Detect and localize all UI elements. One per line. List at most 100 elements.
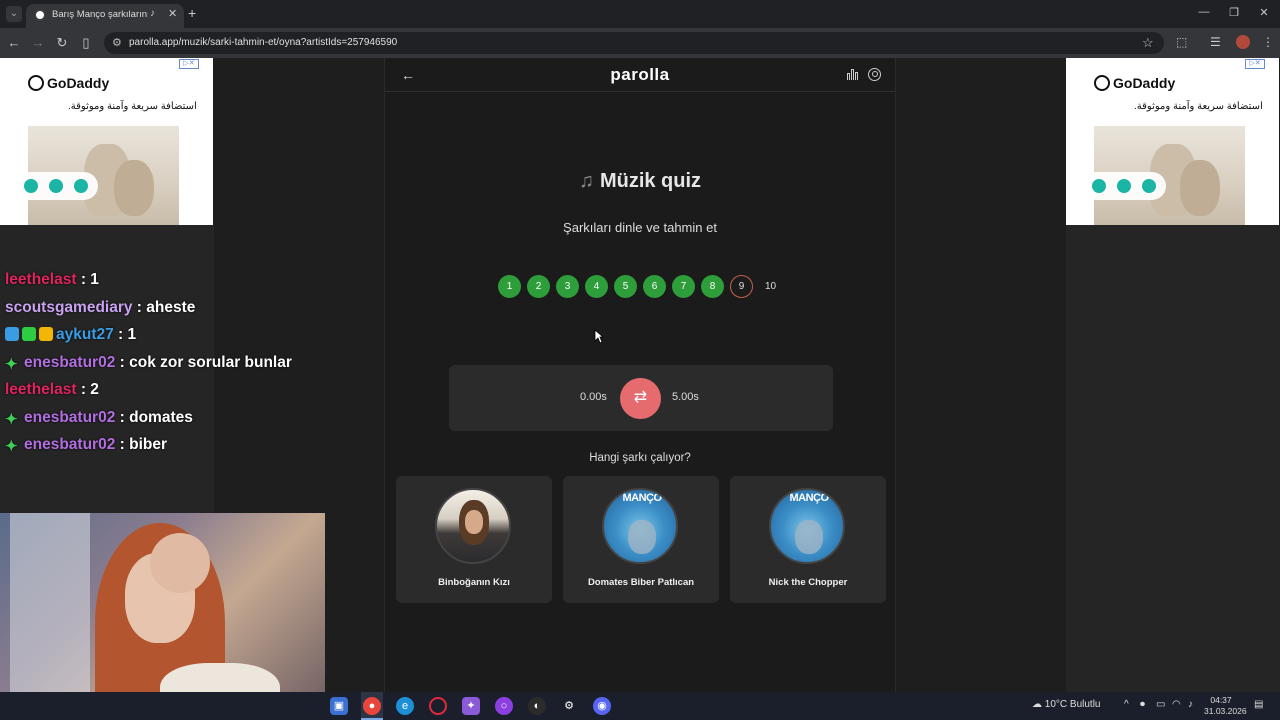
ad-tagline: استضافة سريعة وآمنة وموثوقة. xyxy=(1134,101,1263,112)
tab-title: Barış Manço şarkılarını din xyxy=(52,9,148,20)
question-step-4: 4 xyxy=(585,275,608,298)
mouse-cursor-icon xyxy=(594,329,604,344)
clock-time: 04:37 xyxy=(1210,695,1232,705)
ad-brand: GoDaddy xyxy=(1094,75,1175,91)
ad-brand: GoDaddy xyxy=(28,75,109,91)
album-cover-text: MANÇO xyxy=(789,492,829,504)
ad-feature-icon xyxy=(49,179,63,193)
app-logo[interactable]: parolla xyxy=(385,65,895,85)
question-step-3: 3 xyxy=(556,275,579,298)
question-step-2: 2 xyxy=(527,275,550,298)
ad-brand-text: GoDaddy xyxy=(1113,75,1176,91)
repeat-icon: ⇄ xyxy=(633,389,648,406)
network-icon[interactable]: ▭ xyxy=(1156,699,1165,710)
back-button[interactable]: ← xyxy=(6,35,22,50)
ad-brand-text: GoDaddy xyxy=(47,75,110,91)
answer-option-label: Domates Biber Patlıcan xyxy=(587,577,695,588)
opera-icon[interactable] xyxy=(429,697,447,715)
godaddy-logo-icon xyxy=(1094,75,1110,91)
ad-feature-icon xyxy=(24,179,38,193)
chat-message: leethelast : 2 xyxy=(5,381,99,399)
chat-badge-icon xyxy=(5,327,19,341)
volume-icon[interactable]: ♪ xyxy=(1188,699,1193,710)
ad-icon-pill xyxy=(1082,172,1166,200)
tray-expand-icon[interactable]: ^ xyxy=(1124,699,1129,710)
site-info-icon[interactable]: ⚙ xyxy=(112,36,122,49)
maximize-button[interactable]: ❐ xyxy=(1224,6,1244,19)
chrome-icon[interactable]: ● xyxy=(363,697,381,715)
account-icon[interactable] xyxy=(868,68,881,81)
answer-option-label: Binboğanın Kızı xyxy=(438,577,510,588)
streamer-webcam xyxy=(0,513,325,720)
system-clock[interactable]: 04:37 31.03.2026 xyxy=(1204,695,1247,717)
chat-badge-icon xyxy=(39,327,53,341)
chat-text: : 1 xyxy=(76,271,99,288)
media-controls-icon[interactable]: ☰ xyxy=(1210,35,1221,49)
browser-tab[interactable]: Barış Manço şarkılarını din ♪ ✕ xyxy=(26,4,184,28)
tab-favicon-icon xyxy=(34,9,46,21)
leaderboard-icon[interactable] xyxy=(847,68,859,80)
ad-feature-icon xyxy=(1092,179,1106,193)
close-window-button[interactable]: ✕ xyxy=(1254,6,1274,19)
chat-message: leethelast : 1 xyxy=(5,271,99,289)
answer-option[interactable]: MANÇO Nick the Chopper xyxy=(730,476,886,603)
album-cover-text: MANÇO xyxy=(622,492,662,504)
webcam-hand xyxy=(150,533,210,593)
right-ad-banner[interactable]: ▷✕ GoDaddy استضافة سريعة وآمنة وموثوقة. xyxy=(1066,58,1279,225)
album-cover-figure xyxy=(795,520,823,554)
address-bar[interactable]: ⚙ parolla.app/muzik/sarki-tahmin-et/oyna… xyxy=(104,32,1164,54)
page-title-text: Müzik quiz xyxy=(599,170,702,192)
music-note-icon: ♫ xyxy=(578,170,594,192)
album-cover-figure xyxy=(628,520,656,554)
chat-username: enesbatur02 xyxy=(24,436,116,453)
chat-username: leethelast xyxy=(5,381,77,398)
wifi-icon[interactable]: ◠ xyxy=(1172,699,1181,710)
answer-option[interactable]: MANÇO Domates Biber Patlıcan xyxy=(563,476,719,603)
extensions-icon[interactable]: ⬚ xyxy=(1176,35,1187,49)
question-step-9: 9 xyxy=(730,275,753,298)
chat-badge-icon xyxy=(22,327,36,341)
browser-menu-icon[interactable]: ⋮ xyxy=(1262,35,1274,49)
gaming-chair xyxy=(10,513,90,720)
tab-close-icon[interactable]: ✕ xyxy=(168,7,177,20)
left-ad-banner[interactable]: ▷✕ GoDaddy استضافة سريعة وآمنة وموثوقة. xyxy=(0,58,213,225)
answer-option[interactable]: Binboğanın Kızı xyxy=(396,476,552,603)
minimize-button[interactable]: — xyxy=(1194,6,1214,18)
discord-icon[interactable]: ◉ xyxy=(593,697,611,715)
settings-gear-icon[interactable]: ⚙ xyxy=(560,697,578,715)
profile-avatar[interactable] xyxy=(1236,35,1250,49)
ad-info-icon[interactable]: ▷✕ xyxy=(1245,59,1265,69)
chat-text: : biber xyxy=(115,436,167,453)
bookmark-star-icon[interactable]: ☆ xyxy=(1142,35,1154,51)
quiz-app: ← parolla ♫ Müzik quiz Şarkıları dinle ve… xyxy=(384,58,896,692)
new-tab-button[interactable]: + xyxy=(188,5,196,21)
album-cover xyxy=(435,488,511,564)
ad-tagline: استضافة سريعة وآمنة وموثوقة. xyxy=(68,101,197,112)
page-title: ♫ Müzik quiz xyxy=(385,170,895,193)
ad-feature-icon xyxy=(1142,179,1156,193)
edge-icon[interactable]: e xyxy=(396,697,414,715)
forward-button[interactable]: → xyxy=(30,35,46,50)
notification-icon[interactable]: ▤ xyxy=(1254,699,1263,710)
chat-username: enesbatur02 xyxy=(24,354,116,371)
question-text: Hangi şarkı çalıyor? xyxy=(589,452,691,464)
weather-widget[interactable]: ☁ 10°C Bulutlu xyxy=(1032,699,1100,710)
tab-audio-icon[interactable]: ♪ xyxy=(150,8,155,19)
file-explorer-icon[interactable]: ▣ xyxy=(330,697,348,715)
tab-search-button[interactable]: ⌄ xyxy=(6,6,22,22)
replay-button[interactable]: ⇄ xyxy=(620,378,661,419)
chat-text: : cok zor sorular bunlar xyxy=(115,354,292,371)
reading-mode-icon[interactable]: ▯ xyxy=(78,35,94,51)
copilot-icon[interactable]: ✦ xyxy=(462,697,480,715)
ad-icon-pill xyxy=(14,172,98,200)
question-step-7: 7 xyxy=(672,275,695,298)
album-cover: MANÇO xyxy=(769,488,845,564)
streaming-app-icon[interactable]: ○ xyxy=(495,697,513,715)
ad-info-icon[interactable]: ▷✕ xyxy=(179,59,199,69)
reload-button[interactable]: ↻ xyxy=(54,35,70,51)
microphone-icon[interactable]: ⏺ xyxy=(1140,699,1145,710)
chat-message: ✦ enesbatur02 : cok zor sorular bunlar xyxy=(5,354,292,373)
weather-text: 10°C Bulutlu xyxy=(1044,699,1101,710)
chat-message: scoutsgamediary : aheste xyxy=(5,299,195,317)
obs-icon[interactable]: ◐ xyxy=(528,697,546,715)
